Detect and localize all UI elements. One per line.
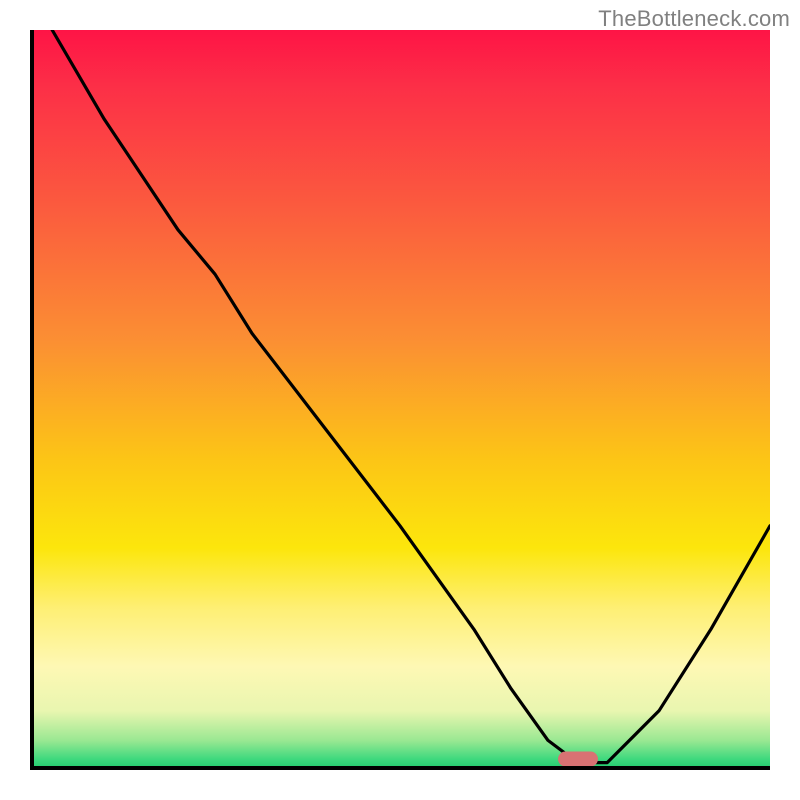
plot-area (30, 30, 770, 770)
bottleneck-curve-path (52, 30, 770, 763)
optimal-marker (558, 751, 598, 766)
x-axis (30, 766, 770, 770)
watermark-text: TheBottleneck.com (598, 6, 790, 32)
curve-svg (30, 30, 770, 770)
y-axis (30, 30, 34, 770)
bottleneck-chart: TheBottleneck.com (0, 0, 800, 800)
